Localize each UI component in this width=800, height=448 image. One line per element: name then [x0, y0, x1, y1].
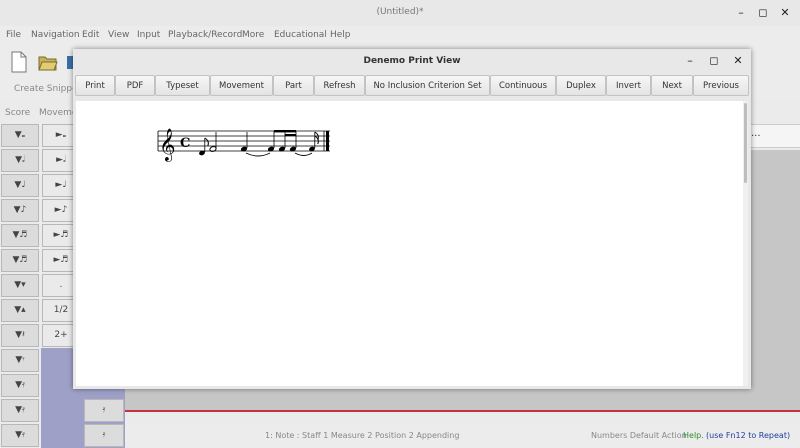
- palette-extra-b[interactable]: 𝄿: [84, 424, 124, 447]
- note-sixteenth: [309, 131, 319, 152]
- status-note-info: 1: Note : Staff 1 Measure 2 Position 2 A…: [265, 431, 460, 440]
- print-view-window: Denemo Print View – ◻ ✕ Print PDF Typese…: [73, 49, 751, 389]
- inclusion-criterion-button[interactable]: No Inclusion Criterion Set: [365, 75, 490, 96]
- window-title: (Untitled)*: [376, 7, 424, 17]
- print-view-maximize-icon[interactable]: ◻: [707, 54, 721, 68]
- new-file-icon[interactable]: [10, 51, 28, 73]
- refresh-button[interactable]: Refresh: [314, 75, 365, 96]
- open-folder-icon[interactable]: [38, 51, 58, 73]
- score-header-text: ...: [751, 128, 761, 139]
- minimize-icon[interactable]: –: [734, 6, 748, 20]
- palette-32nd-note[interactable]: ▼♬: [1, 249, 39, 272]
- menu-educational[interactable]: Educational: [274, 30, 327, 40]
- menu-more[interactable]: More: [242, 30, 264, 40]
- palette-dot-up[interactable]: ▼▴: [1, 299, 39, 322]
- palette-half-note[interactable]: ▼𝅗𝅥: [1, 149, 39, 172]
- tie-2: [294, 152, 313, 156]
- part-button[interactable]: Part: [273, 75, 314, 96]
- print-view-scrollbar[interactable]: [743, 101, 748, 386]
- tab-score[interactable]: Score: [5, 108, 30, 118]
- close-icon[interactable]: ✕: [778, 6, 792, 20]
- previous-button[interactable]: Previous: [693, 75, 749, 96]
- status-help-label: Help.: [683, 431, 704, 440]
- palette-rest-b[interactable]: ▼𝄾: [1, 349, 39, 372]
- treble-clef-icon: 𝄞: [159, 128, 176, 162]
- note-quarter-1: [240, 132, 248, 152]
- print-view-toolbar: Print PDF Typeset Movement Part Refresh …: [73, 73, 751, 99]
- invert-button[interactable]: Invert: [606, 75, 651, 96]
- status-help-hint: (use Fn12 to Repeat): [706, 431, 791, 440]
- print-view-title: Denemo Print View: [363, 56, 461, 66]
- score-divider: [125, 410, 800, 412]
- status-bar: 1: Note : Staff 1 Measure 2 Position 2 A…: [125, 424, 800, 448]
- menu-file[interactable]: File: [6, 30, 21, 40]
- print-view-minimize-icon[interactable]: –: [683, 54, 697, 68]
- palette-extra-a[interactable]: 𝄿: [84, 399, 124, 422]
- tie-1: [245, 152, 271, 157]
- menu-view[interactable]: View: [108, 30, 129, 40]
- typeset-button[interactable]: Typeset: [155, 75, 210, 96]
- note-half: [209, 132, 217, 152]
- palette-rest-a[interactable]: ▼𝄽: [1, 324, 39, 347]
- menu-input[interactable]: Input: [137, 30, 160, 40]
- palette-rest-d[interactable]: ▼𝄿: [1, 399, 39, 422]
- print-view-close-icon[interactable]: ✕: [731, 54, 745, 68]
- palette-quarter-note[interactable]: ▼♩: [1, 174, 39, 197]
- pdf-button[interactable]: PDF: [115, 75, 155, 96]
- palette-dot-down[interactable]: ▼▾: [1, 274, 39, 297]
- menu-navigation[interactable]: Navigation: [31, 30, 80, 40]
- duplex-button[interactable]: Duplex: [556, 75, 606, 96]
- common-time-icon: C: [180, 136, 190, 151]
- continuous-button[interactable]: Continuous: [490, 75, 556, 96]
- palette-rest-c[interactable]: ▼𝄿: [1, 374, 39, 397]
- print-view-scroll-thumb[interactable]: [744, 103, 747, 183]
- palette-whole-note[interactable]: ▼𝅝: [1, 124, 39, 147]
- status-mode: Numbers Default Action: [591, 431, 687, 440]
- print-preview-canvas[interactable]: 𝄞 C: [76, 101, 743, 386]
- palette-eighth-note[interactable]: ▼♪: [1, 199, 39, 222]
- music-staff: 𝄞 C: [157, 128, 330, 162]
- palette-sixteenth-note[interactable]: ▼♬: [1, 224, 39, 247]
- main-title-bar: (Untitled)* – ◻ ✕: [0, 0, 800, 26]
- palette-rest-e[interactable]: ▼𝄿: [1, 424, 39, 447]
- menu-edit[interactable]: Edit: [82, 30, 99, 40]
- menu-help[interactable]: Help: [330, 30, 351, 40]
- next-button[interactable]: Next: [651, 75, 693, 96]
- print-button[interactable]: Print: [75, 75, 115, 96]
- menubar: File Navigation Edit View Input Playback…: [0, 26, 800, 44]
- maximize-icon[interactable]: ◻: [756, 6, 770, 20]
- menu-playback[interactable]: Playback/Record: [168, 30, 242, 40]
- movement-button[interactable]: Movement: [210, 75, 273, 96]
